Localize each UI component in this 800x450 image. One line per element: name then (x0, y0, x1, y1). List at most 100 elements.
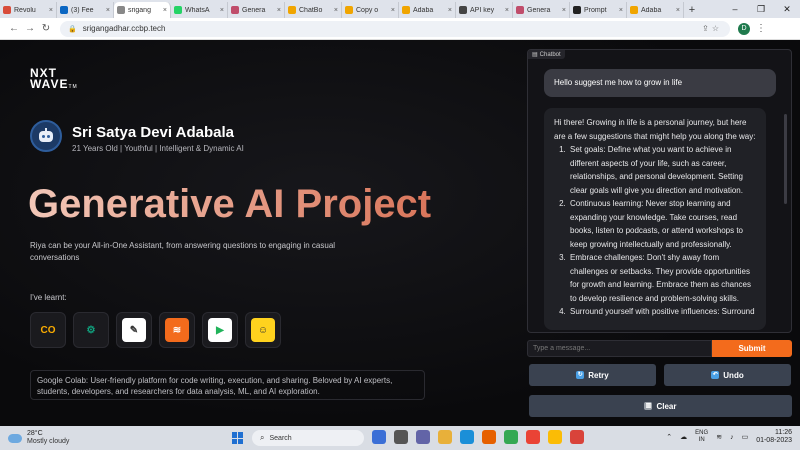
new-tab-button[interactable]: + (684, 2, 700, 18)
tab-close-icon[interactable]: × (505, 7, 509, 14)
menu-icon[interactable]: ⋮ (756, 23, 766, 34)
bot-suggestion-item: Embrace challenges: Don't shy away from … (568, 251, 756, 305)
tab-title: Copy o (356, 6, 379, 14)
browser-tab[interactable]: WhatsA × (171, 2, 228, 18)
tab-close-icon[interactable]: × (676, 7, 680, 14)
browser-tab[interactable]: Prompt × (570, 2, 627, 18)
tab-favicon-icon (459, 6, 467, 14)
tab-close-icon[interactable]: × (334, 7, 338, 14)
undo-button[interactable]: ↶ Undo (664, 364, 791, 386)
chrome3-app-icon[interactable] (548, 430, 562, 444)
onedrive-icon[interactable]: ☁ (680, 433, 687, 441)
browser-tab[interactable]: Copy o × (342, 2, 399, 18)
back-icon[interactable]: ← (6, 23, 22, 34)
clear-button[interactable]: ▥ Clear (529, 395, 792, 417)
minimize-icon[interactable]: – (722, 0, 748, 18)
lock-icon: 🔒 (68, 25, 77, 33)
tab-title: Revolu (14, 6, 36, 14)
tab-title: (3) Fee (71, 6, 94, 14)
tab-favicon-icon (117, 6, 125, 14)
retry-button[interactable]: ↻ Retry (529, 364, 656, 386)
learnt-label: I've learnt: (30, 293, 67, 302)
browser-tab[interactable]: ChatBo × (285, 2, 342, 18)
wifi-icon[interactable]: ≋ (716, 433, 722, 441)
browser-tab[interactable]: API key × (456, 2, 513, 18)
retry-icon: ↻ (576, 371, 585, 379)
tab-close-icon[interactable]: × (49, 7, 53, 14)
hero-description: Riya can be your All-in-One Assistant, f… (30, 241, 336, 262)
forward-icon[interactable]: → (22, 23, 38, 34)
huggingface-icon: ☺ (251, 318, 275, 342)
tab-favicon-icon (402, 6, 410, 14)
profile-avatar[interactable]: D (738, 22, 750, 35)
language-indicator[interactable]: ENG IN (695, 430, 708, 444)
volume-icon[interactable]: ♪ (730, 434, 734, 441)
openai-icon: ⚙ (79, 318, 103, 342)
tab-title: Genera (242, 6, 266, 14)
bot-intro: Hi there! Growing in life is a personal … (554, 118, 756, 141)
other-app-icon[interactable] (570, 430, 584, 444)
windows-start-icon[interactable] (232, 432, 244, 444)
weather-temp: 28°C (27, 430, 43, 437)
tab-title: Adaba (641, 6, 662, 14)
tab-close-icon[interactable]: × (277, 7, 281, 14)
browser-tab[interactable]: Genera × (228, 2, 285, 18)
tool-layers[interactable]: ≋ (159, 312, 195, 348)
chat-scrollbar[interactable] (784, 114, 787, 204)
tool-colab[interactable]: CO (30, 312, 66, 348)
share-star-icon[interactable]: ⇪☆ (702, 24, 722, 33)
tool-play[interactable]: ▶ (202, 312, 238, 348)
tab-close-icon[interactable]: × (163, 7, 167, 14)
browser-tab[interactable]: srigang × (114, 2, 171, 18)
copilot-app-icon[interactable] (372, 430, 386, 444)
clock[interactable]: 11:26 01-08-2023 (756, 429, 792, 445)
taskview-app-icon[interactable] (394, 430, 408, 444)
chrome2-app-icon[interactable] (526, 430, 540, 444)
tab-favicon-icon (3, 6, 11, 14)
hero-title: Generative AI Project (28, 182, 432, 226)
firefox-app-icon[interactable] (482, 430, 496, 444)
tab-favicon-icon (60, 6, 68, 14)
chat-icon: ▤ (532, 52, 538, 58)
close-window-icon[interactable]: ✕ (774, 0, 800, 18)
restore-icon[interactable]: ❐ (748, 0, 774, 18)
teams-app-icon[interactable] (416, 430, 430, 444)
tab-favicon-icon (630, 6, 638, 14)
colab-icon: CO (36, 318, 60, 342)
bot-suggestion-item: Surround yourself with positive influenc… (568, 305, 756, 319)
chevron-up-icon[interactable]: ⌃ (666, 433, 672, 441)
tab-close-icon[interactable]: × (448, 7, 452, 14)
chatbot-label: ▤ Chatbot (528, 50, 565, 59)
tool-huggingface[interactable]: ☺ (245, 312, 281, 348)
folder-app-icon[interactable] (438, 430, 452, 444)
tab-close-icon[interactable]: × (106, 7, 110, 14)
url-field[interactable]: 🔒 srigangadhar.ccbp.tech ⇪☆ (60, 20, 730, 37)
submit-button[interactable]: Submit (712, 340, 792, 357)
tab-favicon-icon (516, 6, 524, 14)
chrome-app-icon[interactable] (504, 430, 518, 444)
page-content: NXT WAVETM Sri Satya Devi Adabala 21 Yea… (0, 40, 800, 426)
tab-title: WhatsA (185, 6, 210, 14)
browser-tab[interactable]: Adaba × (399, 2, 456, 18)
tool-info-box: Google Colab: User-friendly platform for… (30, 370, 425, 400)
layers-icon: ≋ (165, 318, 189, 342)
battery-icon[interactable]: ▭ (742, 433, 749, 441)
tab-close-icon[interactable]: × (562, 7, 566, 14)
cloud-icon (8, 433, 22, 443)
message-input[interactable] (527, 340, 712, 357)
tab-title: ChatBo (299, 6, 323, 14)
tab-close-icon[interactable]: × (391, 7, 395, 14)
tab-close-icon[interactable]: × (619, 7, 623, 14)
browser-tab[interactable]: Genera × (513, 2, 570, 18)
edge-app-icon[interactable] (460, 430, 474, 444)
browser-tab[interactable]: (3) Fee × (57, 2, 114, 18)
browser-tab[interactable]: Revolu × (0, 2, 57, 18)
reload-icon[interactable]: ↻ (38, 23, 54, 34)
weather-widget[interactable]: 28°C Mostly cloudy (8, 430, 98, 446)
user-message: Hello suggest me how to grow in life (544, 69, 776, 97)
browser-tab[interactable]: Adaba × (627, 2, 684, 18)
tool-ai21[interactable]: ✎ (116, 312, 152, 348)
tool-openai[interactable]: ⚙ (73, 312, 109, 348)
taskbar-search[interactable]: ⌕ Search (252, 430, 364, 446)
tab-close-icon[interactable]: × (220, 7, 224, 14)
